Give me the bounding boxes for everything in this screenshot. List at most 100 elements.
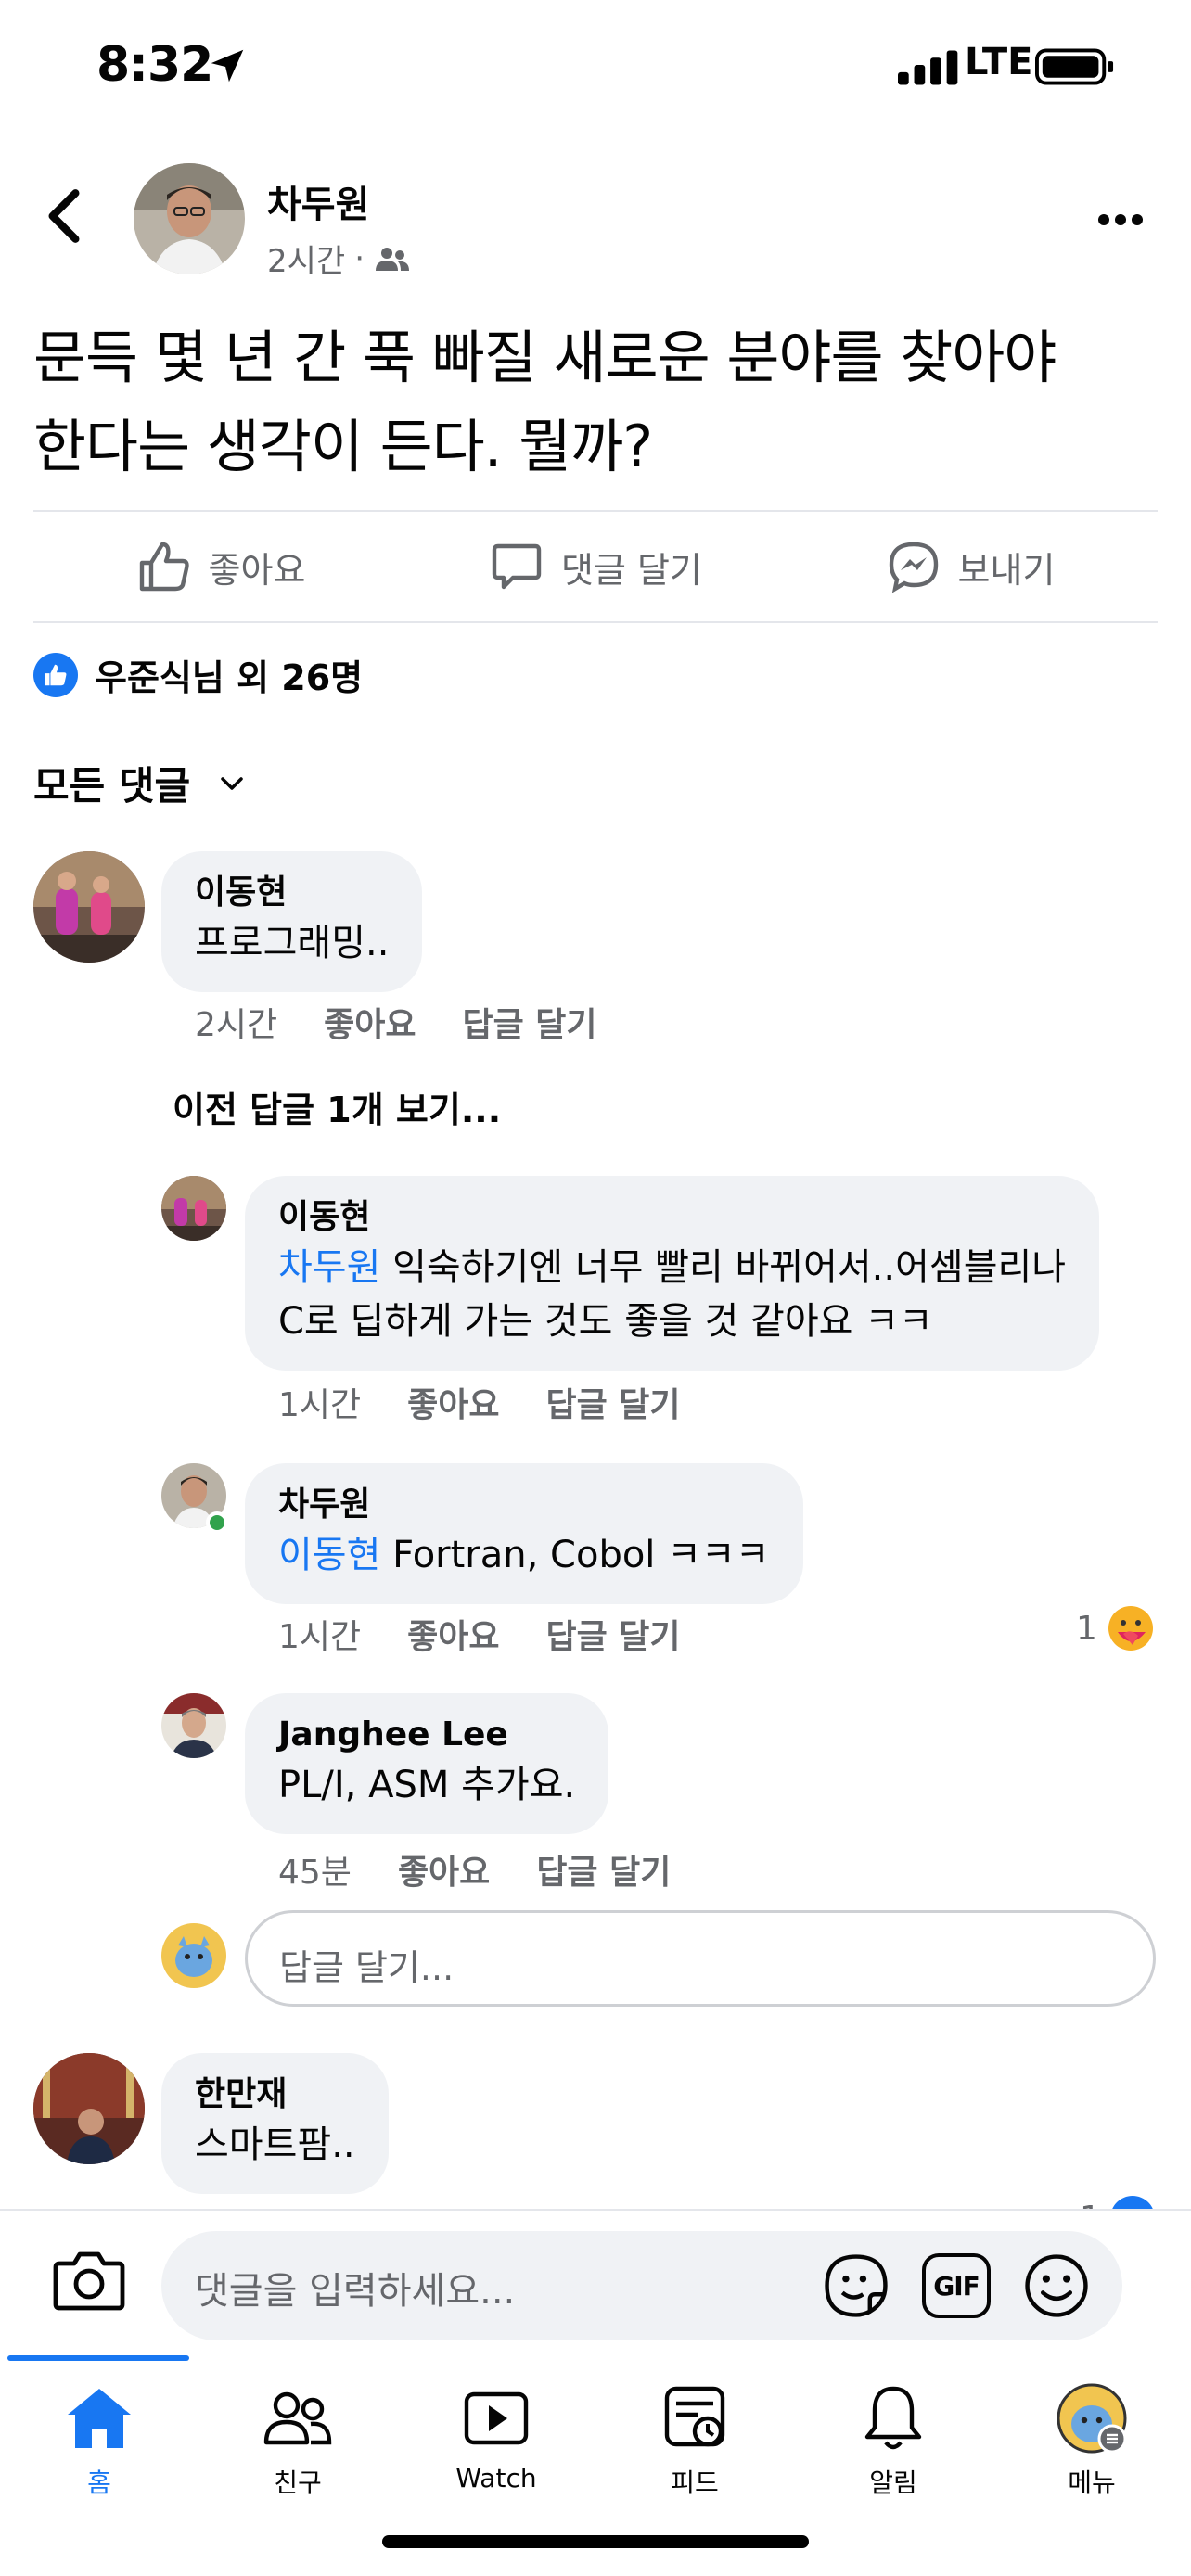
friends-audience-icon [376, 247, 410, 271]
current-user-avatar [161, 1923, 226, 1988]
tab-menu[interactable]: 메뉴 [992, 2361, 1191, 2509]
replier-avatar-janghee[interactable] [161, 1693, 226, 1758]
comment-author[interactable]: 한만재 [195, 2072, 355, 2118]
comment-bubble[interactable]: 이동현 프로그래밍.. [161, 851, 423, 992]
commenter-avatar-han[interactable] [33, 2053, 145, 2164]
home-icon [68, 2389, 131, 2448]
comment-filter-dropdown[interactable]: 모든 댓글 [33, 755, 246, 811]
menu-avatar-icon [1057, 2383, 1127, 2454]
reply-mention[interactable]: 차두원 [278, 1246, 380, 1289]
replier-avatar-lee[interactable] [161, 1176, 226, 1241]
comment-text: 스마트팜.. [195, 2123, 355, 2166]
post-text-line-1: 문득 몇 년 간 푹 빠질 새로운 분야를 찾아야 [33, 324, 1057, 391]
tab-label: 친구 [274, 2468, 322, 2498]
tab-label: Watch [455, 2463, 537, 2493]
tab-friends[interactable]: 친구 [198, 2361, 397, 2509]
comment-bubble-icon [492, 543, 542, 590]
send-label: 보내기 [957, 549, 1056, 591]
reply-text-line-1: 차두원 익숙하기엔 너무 빨리 바뀌어서..어셈블리나 [278, 1246, 1067, 1289]
comment-author[interactable]: 이동현 [195, 870, 389, 916]
watch-icon [464, 2391, 529, 2445]
reply-input[interactable]: 답글 달기... [245, 1910, 1156, 2007]
tab-label: 메뉴 [1068, 2468, 1116, 2498]
comment-filter-label: 모든 댓글 [33, 763, 191, 809]
reply-reaction[interactable]: 1 [1076, 1604, 1155, 1652]
reply-reply-link[interactable]: 답글 달기 [536, 1845, 671, 1894]
care-reaction-icon [1108, 1606, 1153, 1651]
commenter-avatar-lee[interactable] [33, 851, 145, 963]
tab-home[interactable]: 홈 [0, 2361, 198, 2509]
likes-summary[interactable]: 우준식님 외 26명 [33, 649, 363, 700]
tab-label: 피드 [671, 2468, 719, 2498]
reply-text-line-2: C로 딥하게 가는 것도 좋을 것 같아요 ㅋㅋ [278, 1300, 933, 1343]
messenger-icon [889, 542, 938, 593]
network-type: LTE [965, 41, 1033, 83]
divider-bottom [33, 621, 1158, 623]
reply-reply-link[interactable]: 답글 달기 [546, 1378, 681, 1426]
reply-author[interactable]: Janghee Lee [278, 1712, 575, 1758]
send-button[interactable]: 보내기 [783, 512, 1158, 621]
author-name[interactable]: 차두원 [267, 174, 369, 228]
comment-meta: 2시간 좋아요 답글 달기 [195, 998, 597, 1046]
view-previous-replies[interactable]: 이전 답글 1개 보기... [173, 1081, 501, 1132]
battery-icon [1035, 48, 1114, 85]
thumbs-up-icon [139, 542, 189, 592]
reply-author[interactable]: 차두원 [278, 1482, 770, 1528]
more-options-icon[interactable] [1095, 206, 1146, 234]
meta-separator: · [354, 239, 365, 277]
like-label: 좋아요 [208, 549, 306, 591]
reply-time: 1시간 [278, 1618, 362, 1656]
status-time: 8:32 [96, 37, 213, 93]
reaction-count: 1 [1076, 1609, 1097, 1648]
feed-icon [664, 2386, 725, 2447]
tab-notifications[interactable]: 알림 [794, 2361, 992, 2509]
camera-icon[interactable] [52, 2248, 126, 2313]
comment-label: 댓글 달기 [561, 549, 702, 591]
post-text-line-2: 한다는 생각이 든다. 뭘까? [33, 413, 653, 480]
location-arrow-icon [211, 49, 244, 83]
post-text: 문득 몇 년 간 푹 빠질 새로운 분야를 찾아야 한다는 생각이 든다. 뭘까… [33, 313, 1165, 491]
post-meta: 2시간 · [267, 236, 411, 281]
comment-input-placeholder: 댓글을 입력하세요... [195, 2270, 516, 2313]
reply-like-link[interactable]: 좋아요 [398, 1845, 490, 1894]
comment-bubble[interactable]: 한만재 스마트팜.. [161, 2053, 389, 2194]
reply-mention[interactable]: 이동현 [278, 1534, 380, 1576]
tab-watch[interactable]: Watch [397, 2361, 596, 2509]
reply-reply-link[interactable]: 답글 달기 [546, 1610, 681, 1658]
bottom-tab-bar: 홈 친구 Watch 피드 알림 메뉴 [0, 2361, 1191, 2509]
comment-time: 2시간 [195, 1006, 278, 1044]
tab-label: 홈 [87, 2468, 111, 2498]
reply-bubble[interactable]: 차두원 이동현 Fortran, Cobol ㅋㅋㅋ [245, 1463, 803, 1604]
sticker-icon[interactable] [822, 2251, 890, 2320]
tab-label: 알림 [869, 2468, 917, 2498]
reply-like-link[interactable]: 좋아요 [407, 1378, 499, 1426]
comment-text: 프로그래밍.. [195, 922, 390, 964]
reply-meta: 1시간 좋아요 답글 달기 [278, 1610, 681, 1658]
comment-like-link[interactable]: 좋아요 [324, 998, 416, 1046]
reply-meta: 1시간 좋아요 답글 달기 [278, 1378, 681, 1426]
post-action-bar: 좋아요 댓글 달기 보내기 [33, 512, 1158, 621]
cellular-signal-icon [898, 50, 958, 85]
reply-author[interactable]: 이동현 [278, 1194, 1066, 1241]
chevron-down-icon [221, 776, 243, 790]
online-status-dot [206, 1511, 228, 1534]
reply-meta: 45분 좋아요 답글 달기 [278, 1845, 671, 1894]
reply-text: 이동현 Fortran, Cobol ㅋㅋㅋ [278, 1534, 770, 1576]
gif-button[interactable]: GIF [922, 2253, 991, 2318]
author-avatar[interactable] [134, 163, 245, 274]
comment-button[interactable]: 댓글 달기 [408, 512, 783, 621]
reply-like-link[interactable]: 좋아요 [407, 1610, 499, 1658]
back-chevron-icon[interactable] [41, 185, 87, 247]
reply-bubble[interactable]: 이동현 차두원 익숙하기엔 너무 빨리 바뀌어서..어셈블리나 C로 딥하게 가… [245, 1176, 1100, 1371]
reply-bubble[interactable]: Janghee Lee PL/I, ASM 추가요. [245, 1693, 609, 1834]
like-reaction-icon [33, 652, 78, 697]
like-button[interactable]: 좋아요 [33, 512, 408, 621]
emoji-icon[interactable] [1022, 2251, 1091, 2320]
reply-time: 1시간 [278, 1386, 362, 1424]
comment-reply-link[interactable]: 답글 달기 [463, 998, 597, 1046]
reply-time: 45분 [278, 1854, 352, 1892]
likes-summary-text: 우준식님 외 26명 [95, 657, 364, 698]
bell-icon [864, 2386, 922, 2450]
tab-feed[interactable]: 피드 [596, 2361, 794, 2509]
reply-text: PL/I, ASM 추가요. [278, 1764, 576, 1806]
